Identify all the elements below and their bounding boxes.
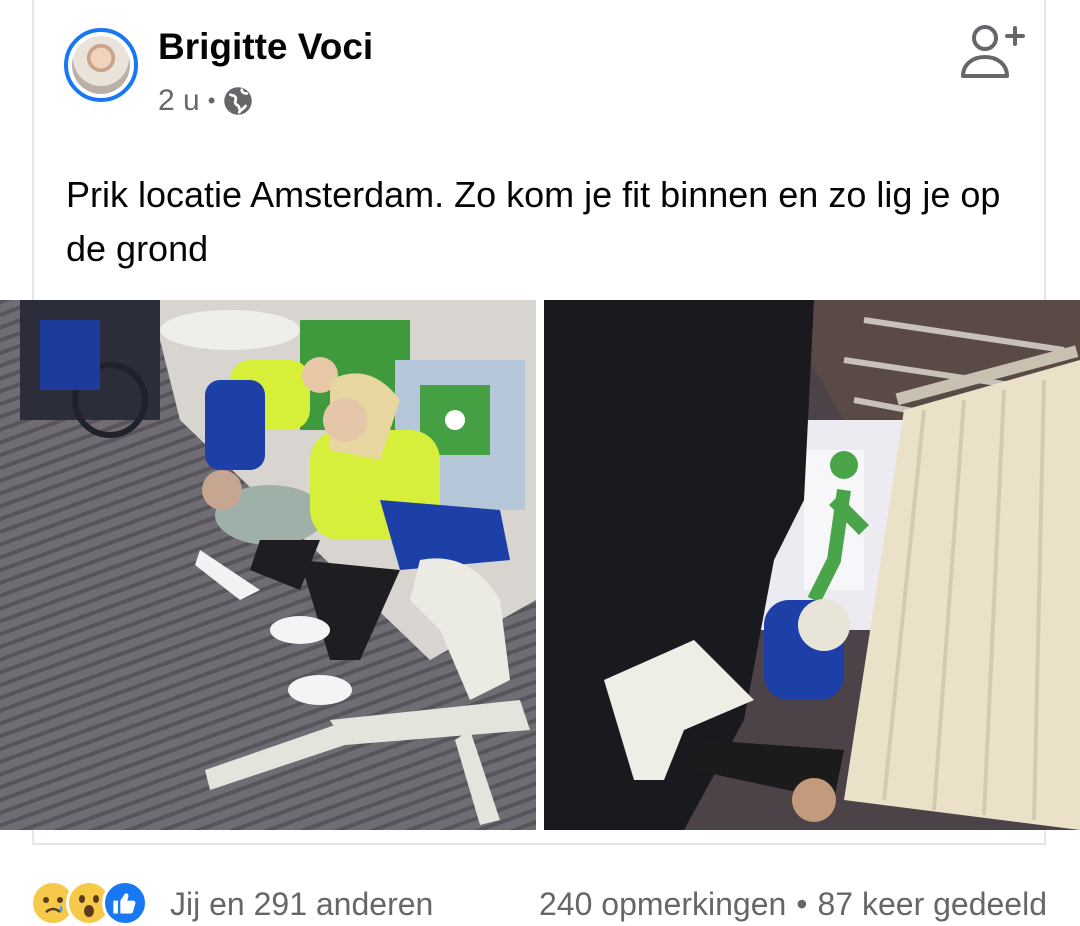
globe-icon[interactable] [223, 86, 253, 116]
post-stats: 240 opmerkingen • 87 keer gedeeld [539, 886, 1047, 923]
shares-count[interactable]: 87 keer gedeeld [817, 886, 1047, 923]
post-photo-left[interactable] [0, 300, 536, 830]
reaction-icons[interactable] [30, 880, 148, 926]
post-time[interactable]: 2 u [158, 84, 200, 118]
post-text: Prik locatie Amsterdam. Zo kom je fit bi… [66, 174, 1001, 269]
stats-separator: • [796, 886, 808, 922]
meta-separator: • [207, 88, 216, 113]
reaction-count[interactable]: Jij en 291 anderen [170, 886, 433, 923]
author-name[interactable]: Brigitte Voci [158, 26, 373, 68]
post-meta: 2 u • [158, 84, 253, 118]
author-avatar[interactable] [64, 28, 138, 102]
like-reaction-icon [102, 880, 148, 926]
comments-count[interactable]: 240 opmerkingen [539, 886, 786, 923]
add-friend-icon[interactable] [955, 20, 1025, 82]
post-photo-right[interactable] [544, 300, 1080, 830]
avatar-image [72, 36, 130, 94]
